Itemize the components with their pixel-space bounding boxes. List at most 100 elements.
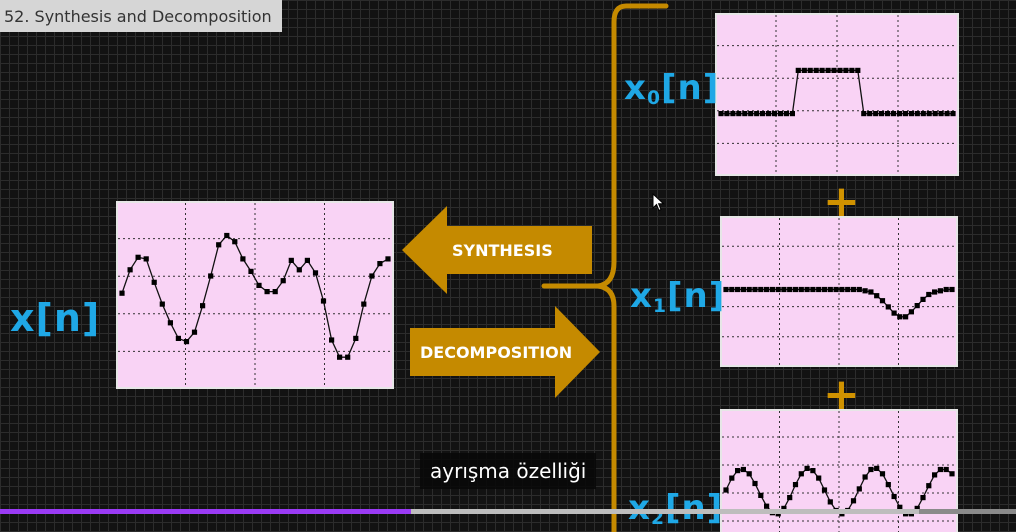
signal-point [914, 303, 920, 309]
signal-point [256, 282, 262, 288]
signal-point [837, 67, 843, 73]
signal-point [804, 286, 810, 293]
signal-point [183, 339, 190, 345]
signal-point [280, 278, 286, 284]
input-signal-text: x[n] [10, 296, 101, 340]
signal-point [885, 482, 891, 488]
signal-point [816, 286, 822, 293]
signal-point [760, 111, 766, 117]
signal-point [345, 354, 351, 360]
signal-point [902, 111, 908, 117]
signal-point [742, 111, 748, 117]
signal-point [787, 495, 793, 501]
signal-point [821, 286, 828, 293]
signal-point [862, 474, 868, 480]
signal-point [932, 289, 938, 295]
signal-point [891, 493, 897, 500]
signal-point [736, 111, 742, 117]
signal-point [855, 67, 861, 73]
signal-point [385, 256, 391, 262]
subtitle-caption: ayrışma özelliği [420, 453, 597, 489]
signal-point [216, 242, 222, 248]
signal-point [879, 298, 886, 304]
signal-point [781, 286, 787, 293]
signal-point [816, 475, 822, 481]
signal-point [746, 471, 752, 477]
signal-point [849, 67, 855, 73]
signal-point [758, 286, 764, 293]
signal-point [769, 286, 775, 293]
signal-point [775, 286, 781, 293]
component-label-x0: x0[n] [624, 68, 720, 109]
signal-point [143, 256, 149, 262]
signal-point [771, 111, 778, 117]
signal-point [937, 466, 943, 473]
signal-point [288, 257, 294, 263]
signal-point [839, 286, 845, 293]
signal-point [868, 289, 874, 295]
signal-point [833, 286, 839, 293]
signal-point [730, 111, 736, 117]
signal-point [740, 466, 746, 473]
signal-point [949, 286, 955, 293]
signal-point [208, 273, 214, 279]
signal-point [748, 111, 754, 117]
signal-point [369, 273, 375, 279]
signal-point [200, 303, 206, 309]
signal-point [937, 288, 943, 294]
signal-point [801, 67, 807, 73]
signal-point [926, 483, 932, 489]
signal-point [807, 67, 813, 73]
signal-point [272, 289, 278, 295]
signal-point [312, 270, 319, 276]
signal-point [890, 111, 897, 117]
signal-point [752, 480, 758, 487]
signal-point [914, 111, 920, 117]
signal-point [127, 267, 133, 273]
signal-point [159, 301, 165, 307]
signal-point [825, 67, 831, 73]
signal-point [821, 487, 828, 493]
signal-point [792, 286, 799, 293]
signal-point [926, 111, 932, 117]
signal-point [819, 67, 825, 73]
signal-point [850, 498, 857, 504]
signal-point [361, 301, 367, 307]
component-label-x2: x2[n] [628, 488, 724, 529]
signal-point [740, 286, 746, 293]
signal-point [850, 286, 857, 293]
signal-point [867, 111, 873, 117]
signal-point [752, 286, 758, 293]
signal-point [944, 111, 950, 117]
component-label-x1: x1[n] [630, 276, 726, 317]
signal-point [879, 471, 886, 477]
signal-point [810, 286, 816, 293]
chart-x1-svg [720, 216, 958, 367]
signal-point [896, 111, 903, 117]
signal-point [903, 314, 909, 320]
signal-point [798, 471, 804, 477]
signal-point [885, 304, 891, 310]
progress-played [0, 509, 412, 514]
signal-point [885, 111, 891, 117]
signal-point [810, 468, 816, 474]
signal-point [804, 465, 810, 471]
signal-point [891, 310, 897, 316]
mouse-cursor-icon [652, 193, 665, 212]
signal-point [908, 309, 914, 315]
signal-point [798, 286, 804, 293]
signal-point [353, 335, 359, 341]
signal-point [879, 111, 885, 117]
video-frame[interactable]: 52. Synthesis and Decomposition x[n] SYN… [0, 0, 1016, 532]
chart-x0 [715, 13, 959, 176]
signal-point [943, 286, 949, 293]
signal-point [766, 111, 772, 117]
input-signal-label: x[n] [10, 296, 100, 340]
signal-point [813, 67, 819, 73]
signal-point [783, 111, 789, 117]
progress-bar[interactable] [0, 509, 1016, 514]
signal-point [723, 487, 729, 493]
signal-point [724, 111, 730, 117]
signal-point [135, 254, 141, 260]
signal-point [240, 256, 246, 262]
